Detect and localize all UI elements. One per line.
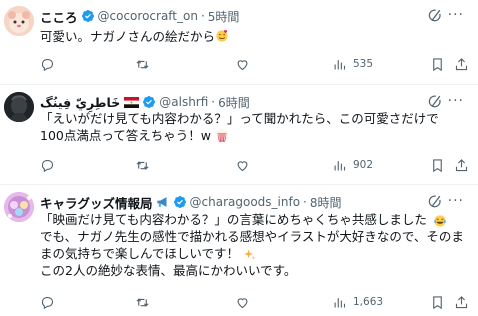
share-button[interactable] [454,56,469,72]
separator: · [303,195,307,209]
action-bar: 1,663 [40,294,470,310]
separator: · [211,95,216,109]
post-text: 「映画だけ見ても内容わかる？」の言葉にめちゃくちゃ共感しました でも、ナガノ先生… [40,212,464,278]
reply-icon [41,159,54,172]
repost-button[interactable] [135,157,150,173]
separator: · [200,9,205,23]
views-count: 902 [353,159,374,171]
post-text-wrap: 「えいがだけ見ても内容わかる？」って聞かれたら、この可愛さだけで100点満点って… [40,110,460,144]
post-header: キャラグッズ情報局 @charagoods_info · 8時間 [40,193,342,211]
post-text-wrap: 可愛い。ナガノさんの絵だから [40,28,465,45]
more-icon[interactable]: ··· [448,193,464,209]
user-handle[interactable]: @charagoods_info [190,195,301,209]
views-icon [334,297,346,307]
repost-icon [136,160,149,170]
timestamp[interactable]: 5時間 [208,8,240,25]
views-button[interactable]: 535 [332,56,373,72]
megaphone-icon [156,197,167,207]
reply-button[interactable] [40,157,55,173]
reply-button[interactable] [40,294,55,310]
user-handle[interactable]: @alshrfi [159,95,208,109]
verified-badge-icon [81,10,94,22]
post-3[interactable]: キャラグッズ情報局 @charagoods_info · 8時間 ··· 「映画… [0,184,478,316]
avatar[interactable] [4,6,34,36]
post-2[interactable]: خَاطِرِيّ فِينُگ @alshrfi · 6時間 ··· 「えいが… [0,84,478,185]
post-text: 可愛い。ナガノさんの絵だから [40,29,216,44]
share-icon [455,57,468,70]
post-text: 「えいがだけ見ても内容わかる？」って聞かれたら、この可愛さだけで100点満点って… [40,111,439,143]
repost-button[interactable] [135,294,150,310]
grok-icon[interactable] [427,194,442,209]
post-header: خَاطِرِيّ فِينُگ @alshrfi · 6時間 [40,93,250,111]
grok-icon[interactable] [427,94,442,109]
views-icon [334,160,346,170]
more-icon[interactable]: ··· [448,93,464,109]
post-1[interactable]: こころ @cocorocraft_on · 5時間 ··· 可愛い。ナガノさんの… [0,0,478,85]
bookmark-button[interactable] [430,294,445,310]
more-icon[interactable]: ··· [448,7,464,23]
reply-icon [41,58,54,71]
verified-badge-icon [143,96,156,108]
like-button[interactable] [235,56,250,72]
share-button[interactable] [454,157,469,173]
avatar[interactable] [4,192,34,222]
egypt-flag-icon [124,96,140,108]
display-name[interactable]: خَاطِرِيّ فِينُگ [40,95,120,110]
smiling-hearts-emoji-icon [216,30,228,42]
share-icon [455,158,468,171]
display-name[interactable]: キャラグッズ情報局 [40,193,153,212]
like-icon [237,59,248,70]
bookmark-button[interactable] [430,56,445,72]
bookmark-button[interactable] [430,157,445,173]
laughing-tears-emoji-icon [434,215,446,227]
share-button[interactable] [454,294,469,310]
like-icon [237,297,248,308]
views-count: 1,663 [353,296,384,308]
repost-icon [136,59,149,69]
action-bar: 535 [40,56,470,72]
share-icon [455,295,468,308]
repost-icon [136,297,149,307]
views-button[interactable]: 902 [332,157,373,173]
like-button[interactable] [235,157,250,173]
display-name[interactable]: こころ [40,7,78,26]
reply-icon [41,296,54,309]
views-count: 535 [353,58,374,70]
user-handle[interactable]: @cocorocraft_on [98,9,198,23]
verified-badge-icon [173,196,186,208]
timestamp[interactable]: 6時間 [218,94,250,111]
popcorn-emoji-icon [217,129,227,142]
views-button[interactable]: 1,663 [332,294,383,310]
repost-button[interactable] [135,56,150,72]
timestamp[interactable]: 8時間 [310,194,342,211]
bookmark-icon [433,57,442,71]
like-button[interactable] [235,294,250,310]
post-header: こころ @cocorocraft_on · 5時間 [40,7,239,25]
bookmark-icon [433,295,442,309]
like-icon [237,160,248,171]
bookmark-icon [433,158,442,172]
views-icon [334,59,346,69]
reply-button[interactable] [40,56,55,72]
grok-icon[interactable] [427,8,442,23]
action-bar: 902 [40,157,470,173]
avatar[interactable] [4,92,34,122]
sparkles-emoji-icon [244,249,256,260]
